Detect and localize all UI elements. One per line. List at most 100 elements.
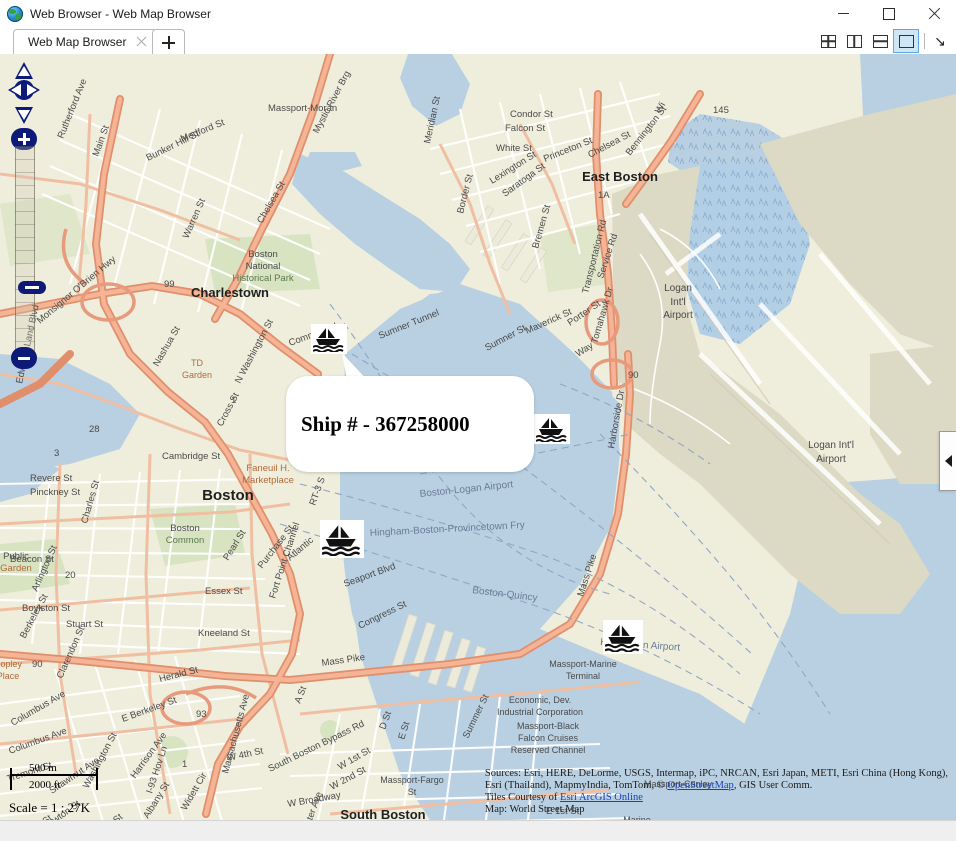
- map-label: Boston: [248, 249, 278, 260]
- map-label: South Boston: [340, 807, 425, 820]
- undock-button[interactable]: ↘: [930, 30, 950, 52]
- ship-icon: [605, 624, 640, 652]
- attribution-line-2-pre: Esri (Thailand), MapmyIndia, TomTom, ©: [484, 780, 668, 791]
- map-label: National: [246, 261, 281, 272]
- map-label: Economic, Dev.: [509, 695, 571, 705]
- two-rows-icon: [872, 34, 888, 48]
- chevron-left-icon: [944, 455, 952, 467]
- layout-two-rows-button[interactable]: [867, 29, 893, 53]
- browser-window: Web Browser - Web Map Browser Web Map Br…: [0, 0, 956, 841]
- map-label: Massport-Moran: [268, 103, 337, 114]
- globe-icon: [7, 5, 23, 22]
- two-columns-icon: [846, 34, 862, 48]
- ship-info-popup[interactable]: Ship # - 367258000: [286, 376, 534, 472]
- side-panel-collapse-button[interactable]: [939, 431, 956, 491]
- zoom-slider-track[interactable]: [15, 146, 46, 351]
- map-label: Copley: [0, 659, 23, 669]
- map-label: Garden: [0, 563, 32, 574]
- layout-single-button[interactable]: [893, 29, 919, 53]
- esri-arcgis-online-link[interactable]: Esri ArcGIS Online: [560, 792, 643, 803]
- map-label: Public: [3, 551, 29, 562]
- map-label: Falcon St: [505, 123, 545, 134]
- toolbar-divider: [924, 33, 925, 49]
- window-title: Web Browser - Web Map Browser: [30, 6, 211, 21]
- tab-close-icon[interactable]: [136, 36, 148, 48]
- zoom-out-button[interactable]: [11, 347, 37, 369]
- attribution-line-1: Sources: Esri, HERE, DeLorme, USGS, Inte…: [484, 768, 948, 779]
- attribution-line-3-pre: Tiles Courtesy of: [484, 792, 561, 803]
- plus-icon: [162, 35, 175, 49]
- map-label: 1A: [598, 190, 610, 201]
- window-controls: [821, 0, 956, 27]
- status-bar: [0, 820, 956, 841]
- map-label: Industrial Corporation: [497, 707, 583, 717]
- map-label: Logan: [664, 283, 692, 294]
- ship-marker-3[interactable]: [320, 520, 364, 558]
- map-label: Logan Int'l: [808, 440, 854, 451]
- ship-icon: [536, 418, 567, 442]
- map-label: Int'l: [670, 297, 685, 308]
- title-bar: Web Browser - Web Map Browser: [0, 0, 956, 27]
- scale-metric-label: 500 m: [29, 762, 57, 774]
- popup-text: Ship # - 367258000: [301, 411, 470, 436]
- map-label: Garden: [182, 370, 212, 380]
- map-label: Boston: [202, 487, 254, 504]
- minimize-button[interactable]: [821, 0, 866, 27]
- layout-grid-2x2-button[interactable]: [815, 29, 841, 53]
- map-label: Charlestown: [191, 285, 269, 300]
- map-label: 145: [713, 105, 729, 116]
- attribution-line-4: Map: World Street Map: [484, 804, 585, 815]
- ship-icon: [322, 525, 361, 556]
- zoom-slider-handle[interactable]: [18, 281, 46, 294]
- layout-two-columns-button[interactable]: [841, 29, 867, 53]
- map-viewport[interactable]: Medford St Bunker Hill St Main St Rutherfor…: [0, 54, 956, 820]
- map-label: 3: [54, 448, 59, 459]
- map-label: Airport: [816, 454, 846, 465]
- close-button[interactable]: [911, 0, 956, 27]
- map-label: 20: [65, 570, 76, 581]
- map-label: 28: [89, 424, 100, 435]
- map-label: Essex St: [205, 586, 243, 597]
- map-label: 93: [196, 709, 207, 720]
- map-label: Terminal: [566, 671, 600, 681]
- map-label: Massport-Fargo: [380, 775, 444, 785]
- tab-strip: Web Map Browser ↘: [0, 27, 956, 55]
- map-label: Faneuil H.: [246, 463, 289, 474]
- layout-toolbar: ↘: [815, 29, 950, 53]
- map-label: Cambridge St: [162, 451, 220, 462]
- map-label: Stuart St: [66, 619, 103, 630]
- map-label: Kneeland St: [198, 628, 250, 639]
- map-attribution: Sources: Esri, HERE, DeLorme, USGS, Inte…: [485, 768, 948, 816]
- map-label: Massport-Black: [517, 721, 580, 731]
- tab-label: Web Map Browser: [28, 35, 127, 49]
- map-scale-bar: 500 m 2000 ft Scale = 1 : 27K: [5, 762, 115, 815]
- map-navigation-control[interactable]: [8, 62, 46, 369]
- attribution-line-2: Esri (Thailand), MapmyIndia, TomTom, © O…: [485, 780, 948, 792]
- ship-marker-4[interactable]: [603, 620, 643, 654]
- scale-imperial-label: 2000 ft: [29, 779, 61, 791]
- map-label: Condor St: [510, 109, 553, 120]
- map-label: White St: [496, 143, 532, 154]
- map-label: St: [408, 787, 417, 797]
- map-label: 90: [628, 370, 639, 381]
- map-label: Revere St: [30, 473, 73, 484]
- map-label: 99: [164, 279, 175, 290]
- ship-marker-2[interactable]: [534, 414, 570, 444]
- tab-web-map-browser[interactable]: Web Map Browser: [13, 29, 158, 54]
- scale-ratio-label: Scale = 1 : 27K: [9, 800, 90, 815]
- map-label: Reserved Channel: [511, 745, 586, 755]
- map-label: Pinckney St: [30, 487, 81, 498]
- map-label: Airport: [663, 310, 693, 321]
- map-label: Boston: [170, 523, 200, 534]
- openstreetmap-link[interactable]: OpenStreetMap: [667, 780, 733, 791]
- map-label: Falcon Cruises: [518, 733, 579, 743]
- map-label: East Boston: [582, 169, 658, 184]
- pan-arrows-icon: [11, 66, 37, 120]
- attribution-line-2-post: , GIS User Comm.: [733, 780, 813, 791]
- pan-dpad[interactable]: [8, 62, 40, 124]
- map-label: 1: [182, 759, 187, 770]
- maximize-button[interactable]: [866, 0, 911, 27]
- new-tab-button[interactable]: [152, 29, 185, 54]
- map-label: Historical Park: [232, 273, 293, 284]
- map-label: Marketplace: [242, 475, 294, 486]
